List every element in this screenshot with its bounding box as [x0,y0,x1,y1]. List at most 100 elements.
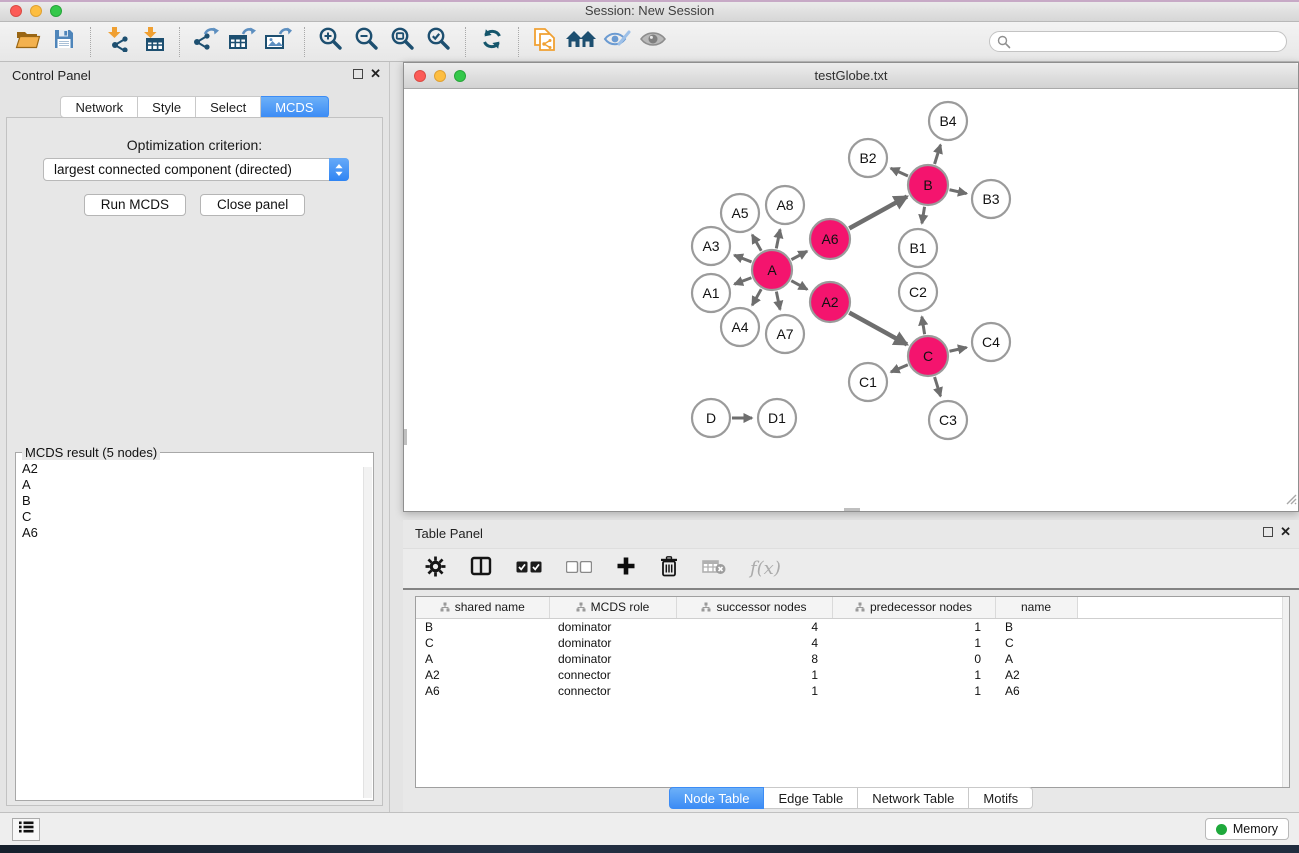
export-network-button[interactable] [188,26,224,58]
tab-select[interactable]: Select [196,96,261,118]
deselect-all-button[interactable] [566,560,592,578]
table-cell[interactable]: A2 [416,667,549,683]
float-panel-icon[interactable] [353,69,363,79]
table-cell[interactable]: 1 [832,683,995,699]
close-panel-button[interactable]: Close panel [200,194,305,216]
table-row[interactable]: Adominator80A [416,651,1289,667]
import-table-button[interactable] [135,26,171,58]
run-mcds-button[interactable]: Run MCDS [84,194,186,216]
table-cell[interactable]: 1 [676,667,832,683]
table-cell[interactable]: 8 [676,651,832,667]
table-cell[interactable]: connector [549,683,676,699]
table-cell[interactable]: 1 [832,618,995,635]
edge-A6-B[interactable] [849,197,907,229]
edge-B-B4[interactable] [935,145,941,164]
minimize-window-button[interactable] [30,5,42,17]
close-table-panel-icon[interactable]: ✕ [1280,525,1291,538]
close-panel-icon[interactable]: ✕ [370,67,381,80]
export-table-button[interactable] [224,26,260,58]
edge-C-C3[interactable] [935,377,941,396]
home-neighbors-button[interactable] [563,26,599,58]
table-row[interactable]: Bdominator41B [416,618,1289,635]
close-network-window-button[interactable] [414,70,426,82]
delete-column-button[interactable] [660,556,678,582]
column-header-shared-name[interactable]: shared name [416,597,549,618]
table-settings-button[interactable] [425,556,446,582]
mcds-result-item[interactable]: B [20,493,359,509]
memory-button[interactable]: Memory [1205,818,1289,840]
edge-A-A3[interactable] [734,255,751,262]
table-cell[interactable]: A2 [995,667,1077,683]
table-cell[interactable]: A6 [995,683,1077,699]
table-cell[interactable]: dominator [549,651,676,667]
network-window-titlebar[interactable]: testGlobe.txt [404,63,1298,89]
table-cell[interactable]: connector [549,667,676,683]
close-window-button[interactable] [10,5,22,17]
table-cell[interactable]: 1 [676,683,832,699]
tab-edge-table[interactable]: Edge Table [764,787,858,809]
table-cell[interactable]: A [995,651,1077,667]
open-file-button[interactable] [10,26,46,58]
edge-A-A4[interactable] [752,289,761,305]
refresh-layout-button[interactable] [474,26,510,58]
table-cell[interactable]: B [995,618,1077,635]
edge-C-C1[interactable] [891,365,908,372]
mcds-result-scrollbar[interactable] [363,467,372,798]
mcds-result-item[interactable]: C [20,509,359,525]
tab-node-table[interactable]: Node Table [669,787,765,809]
export-image-button[interactable] [260,26,296,58]
table-cell[interactable]: dominator [549,618,676,635]
column-header-predecessor-nodes[interactable]: predecessor nodes [832,597,995,618]
delete-table-button[interactable] [702,558,726,580]
table-cell[interactable]: 4 [676,635,832,651]
resize-grip-icon[interactable] [1283,491,1297,510]
edge-B-B1[interactable] [922,207,925,224]
edge-B-B3[interactable] [949,190,966,194]
column-layout-button[interactable] [470,556,492,581]
show-details-button[interactable] [635,26,671,58]
column-header-successor-nodes[interactable]: successor nodes [676,597,832,618]
select-all-button[interactable] [516,560,542,578]
edge-A-A6[interactable] [791,251,807,259]
table-cell[interactable]: A6 [416,683,549,699]
task-history-button[interactable] [12,818,40,841]
table-cell[interactable]: C [416,635,549,651]
table-cell[interactable]: 0 [832,651,995,667]
table-cell[interactable]: 4 [676,618,832,635]
edge-C-C2[interactable] [922,317,925,335]
table-cell[interactable]: 1 [832,635,995,651]
mcds-result-item[interactable]: A6 [20,525,359,541]
duplicate-network-button[interactable] [527,26,563,58]
table-scrollbar[interactable] [1282,597,1289,787]
edge-A-A5[interactable] [752,235,761,251]
edge-A-A2[interactable] [791,281,807,290]
edge-A-A7[interactable] [776,292,780,310]
tab-network-table[interactable]: Network Table [858,787,969,809]
import-network-button[interactable] [99,26,135,58]
edge-C-C4[interactable] [949,347,966,351]
table-cell[interactable]: 1 [832,667,995,683]
add-column-button[interactable] [616,556,636,581]
search-input[interactable] [989,31,1287,52]
hide-details-button[interactable] [599,26,635,58]
edge-A-A1[interactable] [734,278,751,284]
table-cell[interactable]: A [416,651,549,667]
table-cell[interactable]: dominator [549,635,676,651]
function-builder-button[interactable]: f(x) [750,558,781,579]
tab-style[interactable]: Style [138,96,196,118]
edge-A2-C[interactable] [849,313,907,345]
table-row[interactable]: Cdominator41C [416,635,1289,651]
edge-A-A8[interactable] [776,230,780,249]
zoom-window-button[interactable] [50,5,62,17]
zoom-out-button[interactable] [349,26,385,58]
table-cell[interactable]: B [416,618,549,635]
table-row[interactable]: A6connector11A6 [416,683,1289,699]
network-canvas[interactable]: B4B2BB3A5A8A6B1A3AA1C2A2A4A7C4CC1C3DD1 [404,89,1298,511]
mcds-result-item[interactable]: A [20,477,359,493]
zoom-selected-button[interactable] [421,26,457,58]
tab-motifs[interactable]: Motifs [969,787,1033,809]
minimize-network-window-button[interactable] [434,70,446,82]
edge-B-B2[interactable] [891,168,908,176]
table-cell[interactable]: C [995,635,1077,651]
zoom-network-window-button[interactable] [454,70,466,82]
